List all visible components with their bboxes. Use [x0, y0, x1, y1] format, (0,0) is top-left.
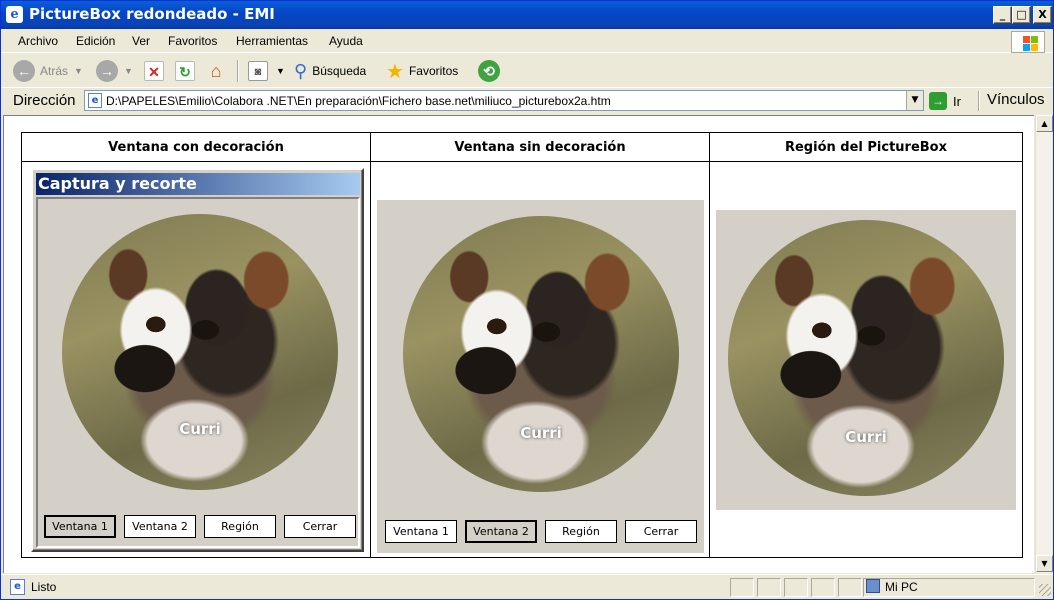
region-button[interactable]: Región: [545, 520, 617, 543]
demo-table: Ventana con decoración Ventana sin decor…: [21, 132, 1023, 558]
status-bar: e Listo Mi PC: [1, 574, 1053, 599]
scroll-up-icon[interactable]: ▲: [1036, 115, 1053, 132]
status-cell: [811, 578, 835, 597]
menu-herramientas[interactable]: Herramientas: [236, 34, 308, 48]
address-separator: [978, 91, 979, 111]
close-form-button[interactable]: Cerrar: [625, 520, 697, 543]
menu-ver[interactable]: Ver: [132, 34, 150, 48]
chevron-down-icon[interactable]: ▼: [74, 66, 83, 76]
status-cell: [730, 578, 754, 597]
search-icon: ⚲: [294, 60, 308, 81]
menu-favoritos[interactable]: Favoritos: [168, 34, 217, 48]
address-url[interactable]: D:\PAPELES\Emilio\Colabora .NET\En prepa…: [106, 94, 611, 108]
cell-decorated-window: Captura y recorte Curri Ventana 1 Ventan…: [21, 161, 371, 558]
address-input[interactable]: e D:\PAPELES\Emilio\Colabora .NET\En pre…: [84, 90, 924, 111]
back-label: Atrás: [40, 64, 69, 78]
go-arrow-icon: →: [929, 92, 947, 110]
go-button[interactable]: → Ir: [929, 91, 961, 111]
region-button[interactable]: Región: [204, 515, 276, 538]
forward-button[interactable]: → ▼: [96, 58, 133, 84]
search-button[interactable]: ⚲ Búsqueda: [294, 58, 366, 84]
stop-button[interactable]: ✕: [144, 58, 164, 84]
page-status-icon: e: [10, 579, 25, 595]
close-form-button[interactable]: Cerrar: [284, 515, 356, 538]
back-arrow-icon: ←: [13, 60, 35, 82]
history-icon: ⟲: [478, 60, 500, 82]
stop-icon: ✕: [144, 61, 164, 81]
window1-button[interactable]: Ventana 1: [385, 520, 457, 543]
history-button[interactable]: ⟲: [478, 58, 500, 84]
decorated-window-title[interactable]: Captura y recorte: [36, 173, 360, 195]
resize-grip-icon[interactable]: [1039, 584, 1051, 596]
go-label: Ir: [953, 93, 961, 109]
maximize-button[interactable]: □: [1012, 6, 1031, 24]
chevron-down-icon[interactable]: ▼: [906, 91, 923, 110]
window2-button[interactable]: Ventana 2: [465, 520, 537, 543]
address-bar: Dirección e D:\PAPELES\Emilio\Colabora .…: [1, 89, 1053, 113]
refresh-button[interactable]: ↻: [175, 58, 195, 84]
decorated-window-client: Curri Ventana 1 Ventana 2 Región Cerrar: [36, 197, 360, 548]
title-bar[interactable]: e PictureBox redondeado - EMI _ □ X: [1, 1, 1053, 29]
home-icon: ⌂: [210, 61, 222, 81]
favorites-button[interactable]: ★ Favoritos: [386, 58, 458, 84]
dog-caption: Curri: [179, 420, 221, 438]
window2-button[interactable]: Ventana 2: [124, 515, 196, 538]
ie-icon: e: [6, 6, 23, 23]
chevron-down-icon[interactable]: ▼: [276, 66, 285, 76]
windows-logo-icon: [1011, 31, 1045, 53]
dog-photo-circle: Curri: [728, 220, 1004, 496]
page-content: Ventana con decoración Ventana sin decor…: [3, 115, 1034, 573]
dog-photo-circle: Curri: [62, 214, 338, 490]
dog-caption: Curri: [845, 428, 887, 446]
column-header: Ventana sin decoración: [370, 132, 710, 162]
menu-ayuda[interactable]: Ayuda: [329, 34, 363, 48]
status-cell: [757, 578, 781, 597]
toolbar-separator: [237, 60, 238, 82]
menu-archivo[interactable]: Archivo: [18, 34, 58, 48]
window1-button[interactable]: Ventana 1: [44, 515, 116, 538]
undecorated-window: Curri Ventana 1 Ventana 2 Región Cerrar: [377, 200, 704, 553]
chevron-down-icon[interactable]: ▼: [124, 66, 133, 76]
status-text: Listo: [31, 580, 57, 594]
table-header-row: Ventana con decoración Ventana sin decor…: [21, 132, 1023, 162]
picturebox-region: Curri: [716, 210, 1016, 510]
vertical-scrollbar[interactable]: ▲ ▼: [1035, 115, 1053, 573]
table-row: Captura y recorte Curri Ventana 1 Ventan…: [21, 161, 1023, 558]
forward-arrow-icon: →: [96, 60, 118, 82]
dog-caption: Curri: [520, 424, 562, 442]
links-button[interactable]: Vínculos: [987, 91, 1045, 108]
decorated-window: Captura y recorte Curri Ventana 1 Ventan…: [31, 168, 364, 552]
dog-photo-circle: Curri: [403, 216, 679, 492]
status-cell: [784, 578, 808, 597]
back-button[interactable]: ← Atrás ▼: [13, 58, 83, 84]
scroll-down-icon[interactable]: ▼: [1036, 555, 1053, 572]
cell-undecorated-window: Curri Ventana 1 Ventana 2 Región Cerrar: [370, 161, 710, 558]
page-icon: e: [88, 93, 102, 108]
close-button[interactable]: X: [1033, 6, 1052, 24]
refresh-icon: ↻: [175, 61, 195, 81]
menu-bar: Archivo Edición Ver Favoritos Herramient…: [1, 30, 1053, 53]
search-label: Búsqueda: [312, 64, 367, 78]
menu-edicion[interactable]: Edición: [76, 34, 115, 48]
media-icon: ◙: [248, 61, 268, 81]
window-title: PictureBox redondeado - EMI: [29, 5, 275, 23]
favorites-label: Favoritos: [408, 64, 459, 78]
cell-picturebox-region: Curri: [709, 161, 1023, 558]
toolbar: ← Atrás ▼ → ▼ ✕ ↻ ⌂ ◙ ▼ ⚲ Búsqueda ★ Fav…: [1, 54, 1053, 88]
minimize-button[interactable]: _: [993, 6, 1012, 24]
star-icon: ★: [386, 60, 404, 83]
address-label: Dirección: [13, 92, 76, 109]
browser-window: e PictureBox redondeado - EMI _ □ X Arch…: [0, 0, 1054, 600]
column-header: Región del PictureBox: [709, 132, 1023, 162]
status-zone: Mi PC: [885, 580, 918, 594]
media-button[interactable]: ◙ ▼: [248, 58, 285, 84]
home-button[interactable]: ⌂: [206, 58, 226, 84]
status-cell: [838, 578, 862, 597]
computer-icon: [866, 579, 880, 593]
column-header: Ventana con decoración: [21, 132, 371, 162]
